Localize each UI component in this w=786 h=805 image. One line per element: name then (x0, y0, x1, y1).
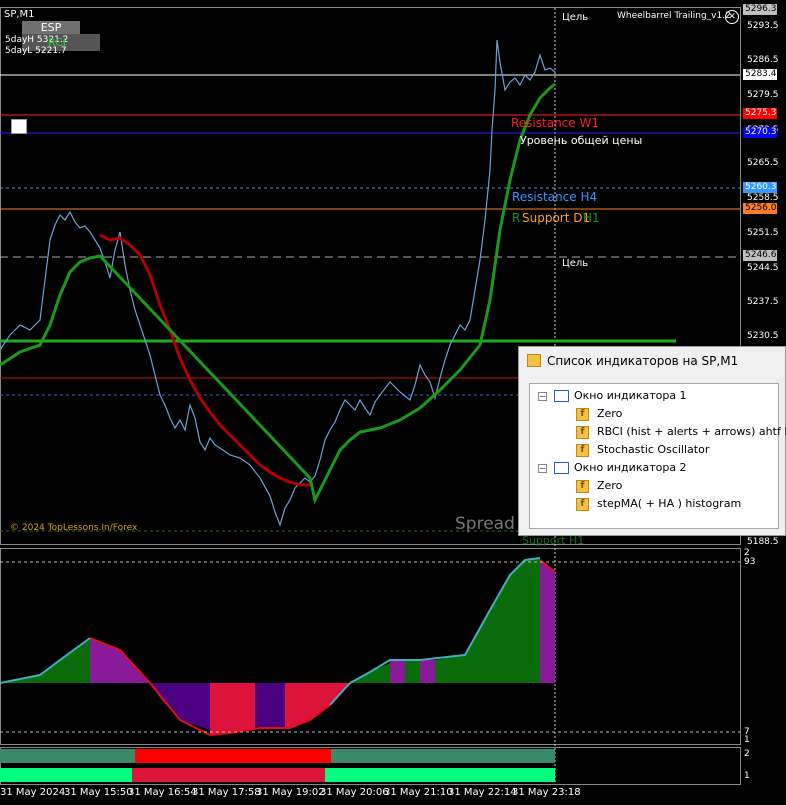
target-label-mid: Цель (562, 258, 589, 269)
time-tick: 31 May 20:06 (320, 787, 389, 798)
price-tag: 5275.3 (743, 108, 777, 119)
resistance-h4-label: Resistance H4 (512, 190, 598, 204)
price-tick: 5265.5 (747, 158, 779, 168)
indicator-list-dialog[interactable]: Список индикаторов на SP,M1 − Окно индика… (518, 346, 786, 536)
price-tag: 5296.3 (743, 4, 777, 15)
trading-terminal: SP,M1 ESP 5dayH 5321.2 RCI 5dayL 5221.7 … (0, 0, 786, 805)
tree-indicator-item[interactable]: f Zero (530, 478, 778, 496)
tree-indicator-item[interactable]: f Zero (530, 406, 778, 424)
time-tick: 31 May 21:10 (384, 787, 453, 798)
price-tick: 5230.5 (747, 331, 779, 341)
price-tick: 5237.5 (747, 297, 779, 307)
symbol-label: SP,M1 (4, 9, 35, 20)
dialog-title: Список индикаторов на SP,M1 (547, 354, 739, 368)
indicator-name: Wheelbarrel Trailing_v1.2 (617, 11, 731, 21)
price-tag: 5256.0 (743, 203, 777, 214)
tree-window-item[interactable]: − Окно индикатора 1 (530, 388, 778, 406)
indicator-icon: f (576, 498, 589, 511)
price-series (0, 39, 556, 527)
spread-watermark: Spread (455, 514, 515, 534)
tree-item-label: Zero (597, 407, 623, 420)
price-tag: 5283.4 (743, 69, 777, 80)
sub1-axis-93: 93 (744, 557, 756, 567)
indicator-icon: f (576, 480, 589, 493)
time-tick: 31 May 19:02 (256, 787, 325, 798)
price-tick: 5188.5 (747, 537, 779, 547)
tree-item-label: stepMA( + HA ) histogram (597, 497, 742, 510)
indicator-icon: f (576, 408, 589, 421)
indicator-tree[interactable]: − Окно индикатора 1 f Zero f RBCI (hist + ale… (529, 383, 786, 529)
indicator-icon: f (576, 426, 589, 439)
time-tick: 31 May 2024 (0, 787, 66, 798)
price-tick: 5293.5 (747, 21, 779, 31)
price-tick: 5244.5 (747, 263, 779, 273)
indicator-icon: f (576, 444, 589, 457)
copyright-label: © 2024 TopLessons.In/Forex (10, 523, 138, 533)
time-tick: 31 May 17:58 (192, 787, 261, 798)
close-icon[interactable]: ✕ (725, 10, 739, 24)
r-h1-suffix-label: H1 (583, 211, 600, 225)
time-tick: 31 May 23:18 (512, 787, 581, 798)
moving-average-green (0, 82, 556, 505)
trend-bars-sub2 (0, 749, 555, 782)
histogram-sub1 (0, 557, 556, 737)
time-tick: 31 May 15:50 (64, 787, 133, 798)
tree-item-label: Окно индикатора 1 (574, 389, 687, 402)
tree-indicator-item[interactable]: f stepMA( + HA ) histogram (530, 496, 778, 514)
price-tick: 5251.5 (747, 228, 779, 238)
tree-item-label: Stochastic Oscillator (597, 443, 710, 456)
tree-item-label: Zero (597, 479, 623, 492)
target-label-top: Цель (562, 12, 589, 23)
sub2-axis-top: 2 (744, 749, 750, 759)
collapse-toggle-icon[interactable]: − (538, 392, 547, 401)
support-d1-label: Support D1 (522, 211, 591, 225)
sub2-axis-bottom: 1 (744, 771, 750, 781)
time-tick: 31 May 22:14 (448, 787, 517, 798)
esp-badge: ESP (22, 21, 80, 34)
checkbox-icon[interactable] (11, 119, 27, 134)
tree-window-item[interactable]: − Окно индикатора 2 (530, 460, 778, 478)
price-tag: 5260.3 (743, 182, 777, 193)
window-icon (554, 390, 569, 402)
time-tick: 31 May 16:54 (128, 787, 197, 798)
tree-indicator-item[interactable]: f Stochastic Oscillator (530, 442, 778, 460)
dialog-title-bar[interactable]: Список индикаторов на SP,M1 (519, 347, 785, 375)
tree-item-label: RBCI (hist + alerts + arrows) ahtf BT (597, 425, 786, 438)
sub1-axis-bottom: 1 (744, 735, 750, 745)
price-tick: 5279.5 (747, 90, 779, 100)
price-tick: 5258.5 (747, 193, 779, 203)
price-tick: 5286.5 (747, 55, 779, 65)
price-tag: 5270.3 (743, 127, 777, 138)
resistance-w1-label: Resistance W1 (511, 116, 599, 130)
price-tag: 5246.6 (743, 250, 777, 261)
collapse-toggle-icon[interactable]: − (538, 464, 547, 473)
moving-average-red (99, 233, 310, 487)
r-h1-prefix-label: R (512, 211, 521, 225)
indicator-list-icon (527, 354, 541, 367)
common-level-label: Уровень общей цены (520, 134, 643, 147)
tree-indicator-item[interactable]: f RBCI (hist + alerts + arrows) ahtf BT (530, 424, 786, 442)
window-icon (554, 462, 569, 474)
tree-item-label: Окно индикатора 2 (574, 461, 687, 474)
five-day-low: 5dayL 5221.7 (5, 46, 67, 56)
